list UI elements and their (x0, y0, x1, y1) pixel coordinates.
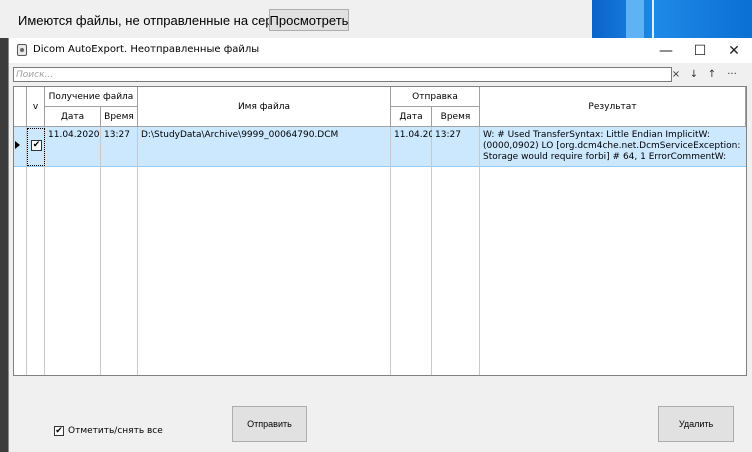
search-options-icon[interactable]: ··· (724, 67, 740, 82)
column-group-sent: Отправка (391, 87, 480, 107)
send-button[interactable]: Отправить (232, 406, 307, 442)
row-header-corner (14, 87, 27, 127)
desktop-wallpaper-line (652, 0, 654, 38)
row-checkbox[interactable]: ✔ (31, 140, 42, 151)
delete-button[interactable]: Удалить (658, 406, 734, 442)
app-icon (17, 44, 27, 56)
cell-received-time[interactable]: 13:27 (101, 127, 138, 167)
dialog-titlebar[interactable]: Dicom AutoExport. Неотправленные файлы —… (9, 38, 752, 63)
cell-filename[interactable]: D:\StudyData\Archive\9999_00064790.DCM (138, 127, 391, 167)
column-header-filename[interactable]: Имя файла (138, 87, 391, 127)
cell-received-date[interactable]: 11.04.2020 (45, 127, 101, 167)
view-files-button[interactable]: Просмотреть (269, 9, 349, 31)
close-button[interactable]: ✕ (717, 38, 751, 63)
column-header-sent-date[interactable]: Дата (391, 107, 432, 127)
unsent-files-dialog: Dicom AutoExport. Неотправленные файлы —… (8, 38, 752, 452)
column-header-result[interactable]: Результат (480, 87, 746, 127)
search-next-icon[interactable]: ↓ (686, 67, 702, 82)
search-clear-icon[interactable]: × (668, 67, 684, 82)
column-header-check[interactable]: v (27, 87, 45, 127)
desktop-wallpaper-highlight (626, 0, 644, 38)
dialog-title: Dicom AutoExport. Неотправленные файлы (33, 44, 260, 55)
desktop-wallpaper (592, 0, 752, 38)
select-all-checkbox[interactable]: ✔ Отметить/снять все (54, 426, 163, 436)
column-group-received: Получение файла (45, 87, 138, 107)
column-header-sent-time[interactable]: Время (432, 107, 480, 127)
column-header-received-date[interactable]: Дата (45, 107, 101, 127)
maximize-button[interactable]: ☐ (683, 38, 717, 63)
column-header-received-time[interactable]: Время (101, 107, 138, 127)
unsent-files-grid[interactable]: v Получение файла Дата Время Имя файла О… (13, 86, 747, 376)
background-window-edge (0, 38, 8, 452)
select-all-check-mark[interactable]: ✔ (54, 426, 64, 436)
current-row-indicator-icon (15, 141, 20, 149)
unsent-files-message: Имеются файлы, не отправленные на сервер (18, 13, 294, 28)
search-prev-icon[interactable]: ↑ (704, 67, 720, 82)
search-input[interactable] (13, 67, 672, 82)
cell-sent-date[interactable]: 11.04.2020 (391, 127, 432, 167)
select-all-label[interactable]: Отметить/снять все (68, 426, 163, 436)
minimize-button[interactable]: — (649, 38, 683, 63)
cell-result[interactable]: W: # Used TransferSyntax: Little Endian … (480, 127, 746, 167)
cell-sent-time[interactable]: 13:27 (432, 127, 480, 167)
